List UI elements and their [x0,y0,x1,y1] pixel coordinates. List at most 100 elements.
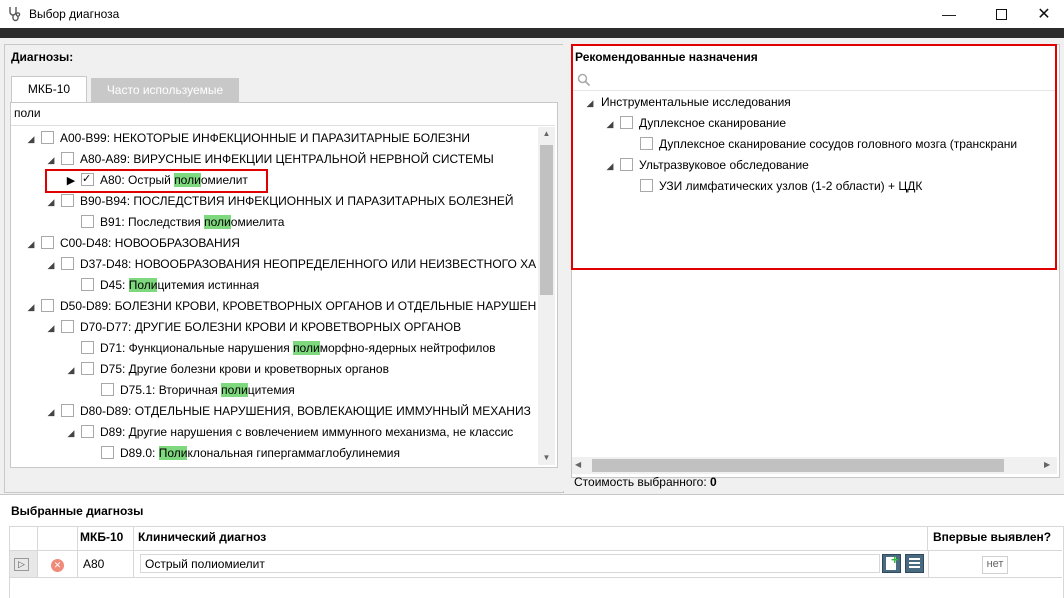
scroll-right-icon[interactable]: ▶ [1044,460,1050,469]
recommendations-hscrollbar[interactable]: ◀ ▶ [572,457,1057,474]
node-label-text: D80-D89: ОТДЕЛЬНЫЕ НАРУШЕНИЯ, ВОВЛЕКАЮЩИ… [80,404,531,418]
node-label: D50-D89: БОЛЕЗНИ КРОВИ, КРОВЕТВОРНЫХ ОРГ… [60,299,536,313]
collapse-arrow-icon[interactable]: ◢ [45,192,57,213]
node-checkbox[interactable] [81,341,94,354]
tree-node[interactable]: ◢ B90-B94: ПОСЛЕДСТВИЯ ИНФЕКЦИОННЫХ И ПАР… [45,191,514,212]
node-checkbox[interactable] [61,320,74,333]
node-label: C00-D48: НОВООБРАЗОВАНИЯ [60,236,240,250]
node-label: D37-D48: НОВООБРАЗОВАНИЯ НЕОПРЕДЕЛЕННОГО… [80,257,536,271]
minimize-button[interactable]: — [926,0,972,28]
close-button[interactable]: ✕ [1024,0,1064,28]
title-bar: Выбор диагноза — ✕ [0,0,1064,28]
collapse-arrow-icon[interactable]: ◢ [45,150,57,171]
node-label: A00-B99: НЕКОТОРЫЕ ИНФЕКЦИОННЫЕ И ПАРАЗИ… [60,131,470,145]
collapse-arrow-icon[interactable]: ◢ [25,129,37,150]
node-checkbox[interactable] [41,299,54,312]
tree-node[interactable]: ◢ A80-A89: ВИРУСНЫЕ ИНФЕКЦИИ ЦЕНТРАЛЬНОЙ … [45,149,494,170]
cost-value: 0 [710,475,717,489]
node-label-text: клональная гипергаммаглобулинемия [187,446,400,460]
row-clinical-cell[interactable]: Острый полиомиелит + [134,551,929,577]
column-header-first-detected[interactable]: Впервые выявлен? [928,527,1062,550]
node-checkbox[interactable] [61,194,74,207]
collapse-arrow-icon[interactable]: ◢ [45,255,57,276]
close-icon: ✕ [1037,6,1051,23]
grid-header-row: МКБ-10 Клинический диагноз Впервые выявл… [10,527,1062,551]
node-checkbox[interactable] [61,257,74,270]
selection-highlight-box [45,169,268,193]
node-checkbox[interactable] [41,131,54,144]
node-checkbox[interactable] [81,278,94,291]
tree-node[interactable]: ◢ D75: Другие болезни крови и кроветворны… [65,359,389,380]
node-label: D89: Другие нарушения с вовлечением имму… [100,425,513,439]
node-label-text: D45: [100,278,129,292]
tab-frequent[interactable]: Часто используемые [91,78,239,102]
tab-mkb10[interactable]: МКБ-10 [11,76,87,103]
tree-node[interactable]: ◢ D80-D89: ОТДЕЛЬНЫЕ НАРУШЕНИЯ, ВОВЛЕКАЮЩ… [45,401,531,422]
cost-label: Стоимость выбранного: [574,475,707,489]
table-row[interactable]: ▷ ✕ A80 Острый полиомиелит + нет [10,551,1062,578]
list-icon[interactable] [905,554,924,573]
diagnoses-scrollbar[interactable]: ▲ ▼ [538,127,555,465]
node-label-text: D37-D48: НОВООБРАЗОВАНИЯ НЕОПРЕДЕЛЕННОГО… [80,257,537,271]
collapse-arrow-icon[interactable]: ◢ [65,360,77,381]
tree-node[interactable]: D75.1: Вторичная полицитемия [85,380,295,401]
scrollbar-thumb[interactable] [540,145,553,295]
node-checkbox[interactable] [81,215,94,228]
clinical-diagnosis-input[interactable]: Острый полиомиелит [140,554,880,573]
node-checkbox[interactable] [61,152,74,165]
node-checkbox[interactable] [61,404,74,417]
collapse-arrow-icon[interactable]: ◢ [25,234,37,255]
node-label-text: A80-A89: ВИРУСНЫЕ ИНФЕКЦИИ ЦЕНТРАЛЬНОЙ Н… [80,152,494,166]
tree-node[interactable]: ◢ D37-D48: НОВООБРАЗОВАНИЯ НЕОПРЕДЕЛЕННОГ… [45,254,536,275]
collapse-arrow-icon[interactable]: ◢ [45,318,57,339]
delete-icon[interactable]: ✕ [51,559,64,572]
tree-node[interactable]: D71: Функциональные нарушения полиморфно… [65,338,496,359]
search-match-highlight: Поли [158,446,188,460]
collapse-arrow-icon[interactable]: ◢ [65,423,77,444]
tree-node[interactable]: B91: Последствия полиомиелита [65,212,284,233]
node-label-text: морфно-ядерных нейтрофилов [319,341,496,355]
column-header-clinical[interactable]: Клинический диагноз [134,527,928,550]
scroll-up-icon[interactable]: ▲ [538,129,555,138]
tree-node[interactable]: ◢ D70-D77: ДРУГИЕ БОЛЕЗНИ КРОВИ И КРОВЕТВ… [45,317,461,338]
recommendations-highlight-box [571,44,1057,270]
node-checkbox[interactable] [41,236,54,249]
node-label-text: D50-D89: БОЛЕЗНИ КРОВИ, КРОВЕТВОРНЫХ ОРГ… [60,299,537,313]
scroll-left-icon[interactable]: ◀ [575,460,581,469]
cost-row: Стоимость выбранного: 0 [574,475,717,489]
node-label-text: цитемия истинная [157,278,260,292]
node-checkbox[interactable] [101,383,114,396]
node-label-text: A00-B99: НЕКОТОРЫЕ ИНФЕКЦИОННЫЕ И ПАРАЗИ… [60,131,471,145]
maximize-button[interactable] [978,0,1024,28]
node-checkbox[interactable] [101,446,114,459]
first-detected-toggle[interactable]: нет [982,556,1008,574]
tree-node[interactable]: ◢ D89: Другие нарушения с вовлечением имм… [65,422,513,443]
node-label: D45: Полицитемия истинная [100,278,259,292]
scroll-down-icon[interactable]: ▼ [538,453,555,462]
collapse-arrow-icon[interactable]: ◢ [25,297,37,318]
node-label: D70-D77: ДРУГИЕ БОЛЕЗНИ КРОВИ И КРОВЕТВО… [80,320,461,334]
column-header-code[interactable]: МКБ-10 [77,527,134,550]
node-checkbox[interactable] [81,425,94,438]
node-label: D80-D89: ОТДЕЛЬНЫЕ НАРУШЕНИЯ, ВОВЛЕКАЮЩИ… [80,404,531,418]
tree-node[interactable]: ◢ D50-D89: БОЛЕЗНИ КРОВИ, КРОВЕТВОРНЫХ ОР… [25,296,536,317]
tree-node[interactable]: ◢ C00-D48: НОВООБРАЗОВАНИЯ [25,233,240,254]
node-label: B91: Последствия полиомиелита [100,215,284,229]
tree-node[interactable]: D45: Полицитемия истинная [65,275,259,296]
row-code[interactable]: A80 [77,551,134,577]
node-label: D75.1: Вторичная полицитемия [120,383,295,397]
node-label-text: D70-D77: ДРУГИЕ БОЛЕЗНИ КРОВИ И КРОВЕТВО… [80,320,462,334]
search-input[interactable]: поли [11,103,555,126]
add-note-icon[interactable]: + [882,552,901,573]
search-match-highlight: поли [293,341,320,355]
stethoscope-icon [9,7,21,22]
hscrollbar-thumb[interactable] [592,459,1004,472]
node-label-text: B90-B94: ПОСЛЕДСТВИЯ ИНФЕКЦИОННЫХ И ПАРА… [80,194,514,208]
node-checkbox[interactable] [81,362,94,375]
window-title: Выбор диагноза [29,7,120,21]
search-match-highlight: поли [204,215,231,229]
tree-node[interactable]: ◢ A00-B99: НЕКОТОРЫЕ ИНФЕКЦИОННЫЕ И ПАРАЗ… [25,128,470,149]
tree-node[interactable]: D89.0: Поликлональная гипергаммаглобулин… [85,443,400,464]
collapse-arrow-icon[interactable]: ◢ [45,402,57,423]
row-selector[interactable]: ▷ [10,551,38,577]
